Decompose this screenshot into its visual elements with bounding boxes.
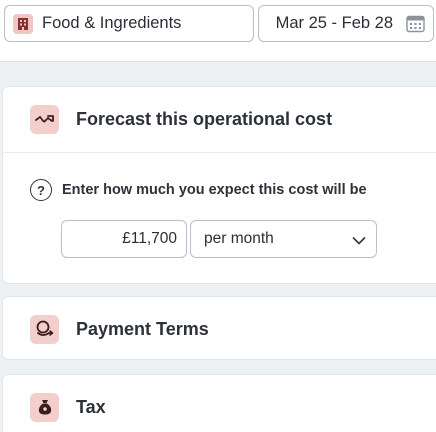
forecast-question: ? Enter how much you expect this cost wi…: [30, 179, 367, 201]
forecast-card-title: Forecast this operational cost: [76, 109, 333, 129]
period-select[interactable]: per month: [190, 220, 377, 258]
period-label: per month: [204, 230, 274, 247]
category-label: Food & Ingredients: [42, 14, 182, 32]
payment-terms-header[interactable]: Payment Terms: [3, 297, 436, 361]
amount-input[interactable]: [61, 220, 187, 258]
question-icon[interactable]: ?: [30, 179, 52, 201]
payment-terms-title: Payment Terms: [76, 318, 209, 339]
calendar-icon: [405, 14, 425, 34]
date-range-select[interactable]: Mar 25 - Feb 28: [258, 5, 434, 42]
building-icon: [13, 13, 33, 34]
payment-icon: [30, 314, 59, 344]
date-range-label: Mar 25 - Feb 28: [275, 14, 393, 32]
trend-icon: [30, 105, 59, 134]
forecast-question-text: Enter how much you expect this cost will…: [62, 182, 367, 198]
money-bag-icon: [30, 392, 59, 422]
top-bar: Food & Ingredients Mar 25 - Feb 28: [0, 0, 436, 62]
forecast-card-header[interactable]: Forecast this operational cost: [3, 87, 436, 153]
forecast-card: Forecast this operational cost ? Enter h…: [2, 86, 436, 284]
chevron-down-icon: [352, 233, 366, 251]
tax-header[interactable]: Tax: [3, 375, 436, 432]
category-select[interactable]: Food & Ingredients: [4, 5, 254, 42]
tax-title: Tax: [76, 396, 106, 417]
tax-card: Tax: [2, 374, 436, 432]
payment-terms-card: Payment Terms: [2, 296, 436, 360]
